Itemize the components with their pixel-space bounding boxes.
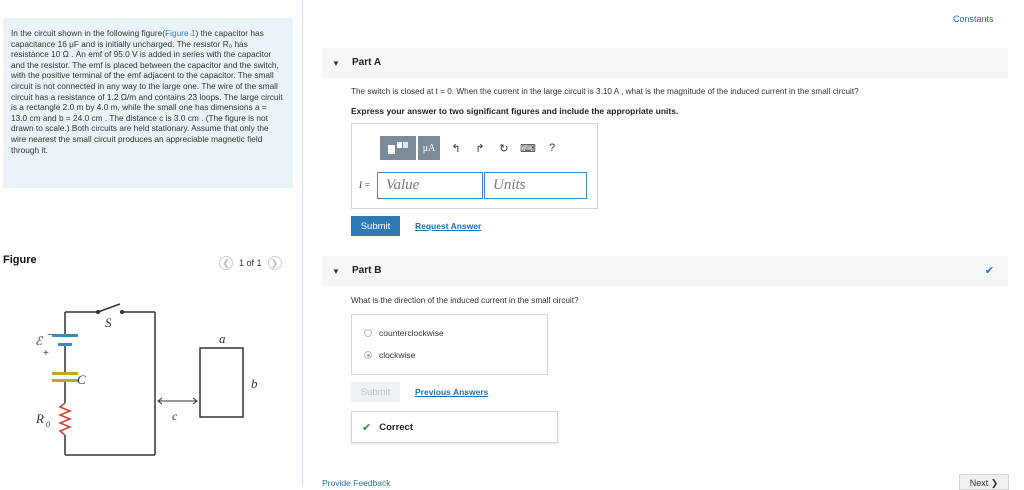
collapse-caret-icon: ▼ xyxy=(332,267,340,276)
correct-feedback: ✔ Correct xyxy=(351,411,558,443)
capacitor-plate-bottom xyxy=(52,379,78,382)
label-b: b xyxy=(251,376,258,391)
part-b-header[interactable]: ▼ Part B ✔ xyxy=(322,256,1008,286)
choice-counterclockwise[interactable]: counterclockwise xyxy=(364,328,444,338)
radio-selected-icon[interactable] xyxy=(364,351,372,359)
switch-contact-left xyxy=(96,310,100,314)
resistor-label: R xyxy=(35,411,44,426)
template-icon xyxy=(388,142,408,154)
resistor-zigzag xyxy=(57,402,73,436)
resistor-subscript: 0 xyxy=(46,420,50,429)
problem-text-start: In the circuit shown in the following fi… xyxy=(11,28,166,38)
choice-clockwise[interactable]: clockwise xyxy=(364,350,415,360)
next-figure-button[interactable]: ❯ xyxy=(267,256,282,270)
figure-pager: ❮ 1 of 1 ❯ xyxy=(219,256,282,270)
dimension-c xyxy=(157,397,198,405)
label-c: c xyxy=(172,409,178,423)
circuit-figure: S ℰ C a b c R 0 − + xyxy=(35,303,258,456)
submit-button-part-a[interactable]: Submit xyxy=(351,216,400,236)
problem-statement: In the circuit shown in the following fi… xyxy=(3,18,293,188)
switch-label: S xyxy=(105,315,112,330)
reset-icon[interactable]: ↻ xyxy=(496,142,512,155)
figure-title: Figure xyxy=(3,254,37,266)
part-a-instruction: Express your answer to two significant f… xyxy=(351,106,679,116)
next-button[interactable]: Next ❯ xyxy=(959,474,1009,490)
checkmark-icon: ✔ xyxy=(984,265,994,277)
part-b-title: Part B xyxy=(352,265,382,276)
emf-short-plate xyxy=(58,343,72,346)
small-circuit-loop xyxy=(199,347,244,418)
figure-page-count: 1 of 1 xyxy=(239,258,262,268)
help-icon[interactable]: ? xyxy=(544,142,560,154)
choice-label: clockwise xyxy=(379,350,416,360)
capacitor-label: C xyxy=(77,372,86,387)
undo-icon[interactable]: ↰ xyxy=(448,142,464,155)
problem-text-rest: ) the capacitor has capacitance 16 μF an… xyxy=(11,28,283,155)
emf-long-plate xyxy=(52,334,78,337)
part-a-header[interactable]: ▼ Part A xyxy=(322,48,1008,78)
emf-label: ℰ xyxy=(35,334,44,348)
provide-feedback-link[interactable]: Provide Feedback xyxy=(322,478,391,488)
choice-list: counterclockwise clockwise xyxy=(351,314,548,375)
units-button[interactable]: μA xyxy=(418,136,440,160)
collapse-caret-icon: ▼ xyxy=(332,59,340,68)
label-a: a xyxy=(219,331,226,346)
panel-divider xyxy=(302,0,303,486)
constants-link[interactable]: Constants xyxy=(953,14,994,24)
template-button[interactable] xyxy=(380,136,416,160)
request-answer-link[interactable]: Request Answer xyxy=(415,221,481,231)
value-input[interactable] xyxy=(377,172,483,199)
units-input[interactable] xyxy=(484,172,587,199)
radio-icon[interactable] xyxy=(364,329,372,337)
choice-label: counterclockwise xyxy=(379,328,444,338)
part-a-question: The switch is closed at t = 0. When the … xyxy=(351,87,859,96)
math-toolbar: μA ↰ ↱ ↻ ⌨ ? xyxy=(380,136,560,160)
emf-plus-sign: + xyxy=(43,348,49,359)
variable-label: I = xyxy=(359,180,371,190)
part-b-question: What is the direction of the induced cur… xyxy=(351,296,579,305)
switch-contact-right xyxy=(120,310,124,314)
redo-icon[interactable]: ↱ xyxy=(472,142,488,155)
submit-button-part-b: Submit xyxy=(351,382,400,402)
capacitor-plate-top xyxy=(52,372,78,375)
prev-figure-button[interactable]: ❮ xyxy=(219,256,233,270)
previous-answers-link[interactable]: Previous Answers xyxy=(415,387,488,397)
checkmark-icon: ✔ xyxy=(362,421,372,434)
keyboard-icon[interactable]: ⌨ xyxy=(520,142,536,155)
part-a-title: Part A xyxy=(352,57,382,68)
figure-link[interactable]: Figure 1 xyxy=(165,28,195,38)
correct-label: Correct xyxy=(379,421,414,433)
emf-minus-sign: − xyxy=(47,330,53,341)
